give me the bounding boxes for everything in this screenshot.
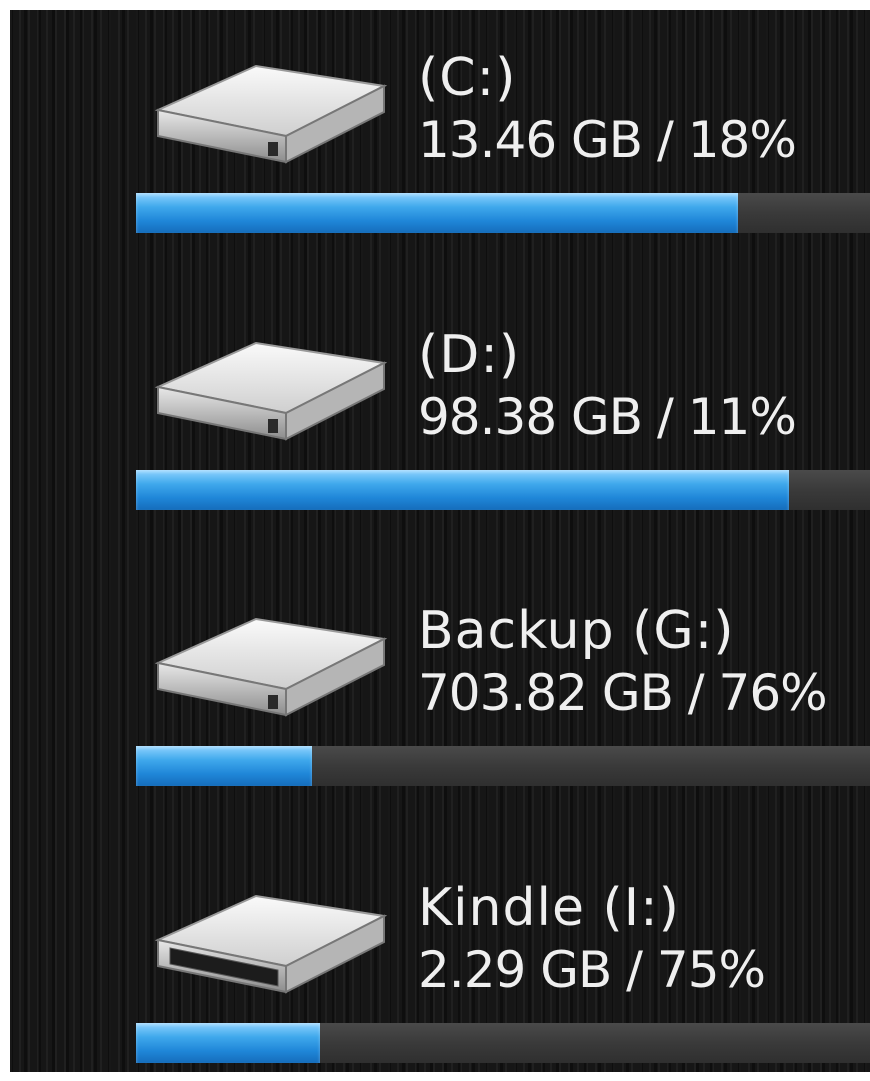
usage-bar-fill [136, 470, 790, 510]
drive-name: Backup (G:) [418, 601, 735, 661]
drive-item-i[interactable]: Kindle (I:) 2.29 GB / 75% [10, 840, 870, 1072]
usage-bar-fill [136, 746, 313, 786]
drive-item-c[interactable]: (C:) 13.46 GB / 18% [10, 10, 870, 280]
drive-item-g[interactable]: Backup (G:) 703.82 GB / 76% [10, 563, 870, 833]
usage-bar-track [136, 470, 870, 510]
usage-bar-fill [136, 193, 738, 233]
drive-usage-text: 2.29 GB / 75% [418, 941, 766, 999]
hard-drive-icon [154, 617, 388, 717]
drive-item-d[interactable]: (D:) 98.38 GB / 11% [10, 287, 870, 557]
hard-drive-icon [154, 64, 388, 164]
drive-list-panel: (C:) 13.46 GB / 18% (D:) 98.38 GB / 11% [10, 10, 870, 1072]
usage-bar-track [136, 193, 870, 233]
drive-usage-text: 703.82 GB / 76% [418, 664, 828, 722]
drive-usage-text: 13.46 GB / 18% [418, 111, 797, 169]
usage-bar-track [136, 746, 870, 786]
hard-drive-icon [154, 341, 388, 441]
removable-drive-icon [154, 894, 388, 994]
drive-name: Kindle (I:) [418, 878, 680, 938]
usage-bar-fill [136, 1023, 320, 1063]
drive-usage-text: 98.38 GB / 11% [418, 388, 797, 446]
drive-name: (C:) [418, 48, 517, 108]
usage-bar-track [136, 1023, 870, 1063]
drive-name: (D:) [418, 325, 521, 385]
